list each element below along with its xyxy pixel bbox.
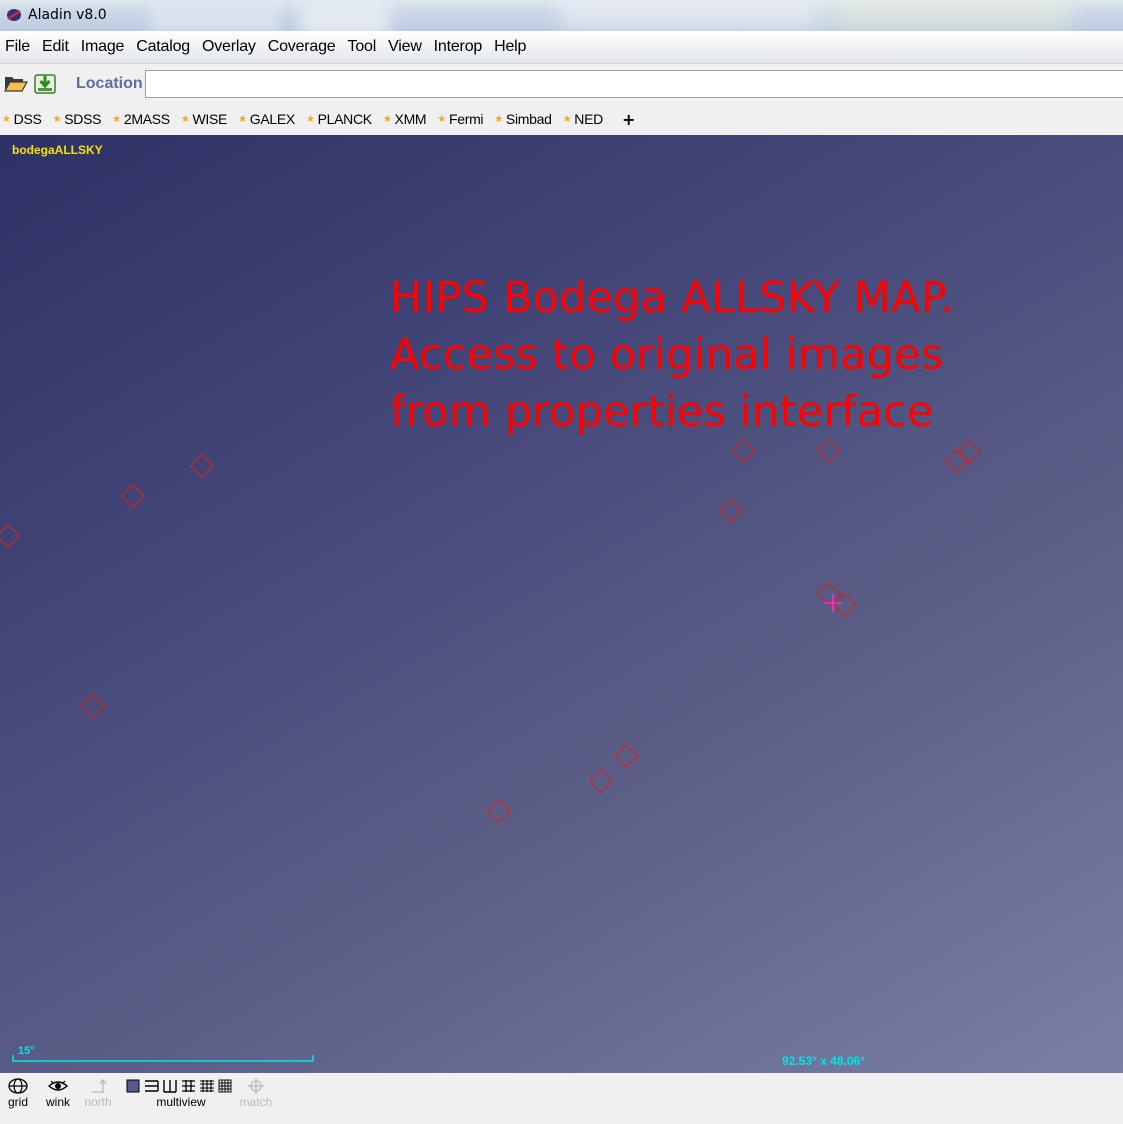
footprint-marker[interactable] [944,448,970,474]
survey-label: SDSS [64,111,102,127]
grid-label: grid [7,1095,28,1109]
star-icon: ★ [437,113,446,125]
footprint-marker[interactable] [486,798,512,824]
north-arrow-icon [92,1078,107,1093]
footprint-overlay [0,438,982,1062]
survey-sdss[interactable]: ★ SDSS [53,111,102,127]
grid-button[interactable]: grid [5,1078,31,1109]
star-icon: ★ [238,113,247,125]
reticle-crosshair [824,594,842,612]
open-folder-icon[interactable] [4,74,28,92]
survey-wise[interactable]: ★ WISE [180,111,228,127]
layout-4-icon[interactable] [163,1080,177,1093]
survey-label: Simbad [505,111,552,127]
eye-icon [47,1080,69,1091]
scale-label: 15° [18,1045,35,1057]
footprint-marker[interactable] [816,438,842,464]
window-title: Aladin v8.0 [28,7,107,23]
footprint-marker[interactable] [80,693,106,719]
survey-label: PLANCK [317,111,373,127]
survey-dss[interactable]: ★ DSS [2,111,42,127]
add-survey-button[interactable]: + [622,110,635,129]
location-label: Location [76,75,143,92]
menu-tool[interactable]: Tool [348,38,377,56]
layout-more-icon[interactable] [218,1079,232,1093]
menu-interop[interactable]: Interop [434,38,483,56]
survey-galex[interactable]: ★ GALEX [238,111,295,127]
match-button[interactable]: match [234,1078,278,1109]
layout-16-icon[interactable] [200,1080,214,1092]
star-icon: ★ [112,113,121,125]
footprint-marker[interactable] [718,498,744,524]
menu-overlay[interactable]: Overlay [202,38,256,56]
star-icon: ★ [52,113,62,125]
north-label: north [84,1095,112,1109]
footprint-marker[interactable] [0,523,21,549]
footprint-marker[interactable] [731,438,757,464]
menu-view[interactable]: View [388,38,422,56]
survey-ned[interactable]: ★ NED [562,111,604,127]
footprint-marker[interactable] [956,439,982,465]
aladin-logo-icon [7,9,21,21]
layout-2-icon[interactable] [145,1080,159,1092]
survey-bar: ★ DSS ★ SDSS ★ 2MASS ★ WISE ★ GALEX ★ PLANCK ★… [0,104,1123,134]
wink-label: wink [45,1095,70,1109]
bottom-toolbar: grid wink north multiview match [0,1073,1123,1124]
wink-button[interactable]: wink [42,1078,74,1109]
survey-label: DSS [13,111,42,127]
multiview-control[interactable]: multiview [122,1078,240,1109]
star-icon: ★ [382,113,392,125]
survey-simbad[interactable]: ★ Simbad [494,111,552,127]
scale-bar [12,1055,314,1062]
footprint-marker[interactable] [613,743,639,769]
menu-image[interactable]: Image [81,38,125,56]
match-label: match [239,1095,273,1109]
survey-label: 2MASS [123,111,170,127]
menu-catalog[interactable]: Catalog [136,38,190,56]
survey-label: GALEX [249,111,296,127]
north-button[interactable]: north [80,1078,116,1109]
survey-2mass[interactable]: ★ 2MASS [112,111,170,127]
layout-9-icon[interactable] [182,1080,195,1092]
layout-1-icon[interactable] [126,1079,140,1093]
survey-label: WISE [192,111,228,127]
survey-xmm[interactable]: ★ XMM [382,111,427,127]
menu-edit[interactable]: Edit [42,38,69,56]
multiview-layout-icons [126,1079,232,1093]
menu-bar: File Edit Image Catalog Overlay Coverage… [0,31,1123,64]
star-icon: ★ [494,113,503,125]
globe-grid-icon [8,1078,28,1094]
menu-coverage[interactable]: Coverage [268,38,336,56]
survey-planck[interactable]: ★ PLANCK [306,111,372,127]
star-icon: ★ [562,113,572,125]
field-of-view-label: 92.53° x 48.06° [782,1054,865,1068]
footprint-marker[interactable] [120,483,146,509]
star-icon: ★ [180,113,190,125]
survey-label: XMM [394,111,427,127]
survey-fermi[interactable]: ★ Fermi [437,111,483,127]
star-icon: ★ [305,113,315,125]
location-bar: Location [0,66,1123,103]
load-download-icon[interactable] [34,72,56,94]
menu-file[interactable]: File [5,38,30,56]
footprint-marker[interactable] [588,768,614,794]
menu-help[interactable]: Help [494,38,526,56]
survey-label: Fermi [448,111,484,127]
location-input[interactable] [145,70,1123,98]
star-icon: ★ [2,113,11,125]
footprint-marker[interactable] [189,453,215,479]
title-bar: Aladin v8.0 [0,0,1123,31]
sky-view[interactable]: bodegaALLSKY HIPS Bodega ALLSKY MAP. Acc… [0,135,1123,1073]
match-target-icon [248,1078,264,1094]
multiview-label: multiview [156,1095,206,1109]
survey-label: NED [574,111,603,127]
